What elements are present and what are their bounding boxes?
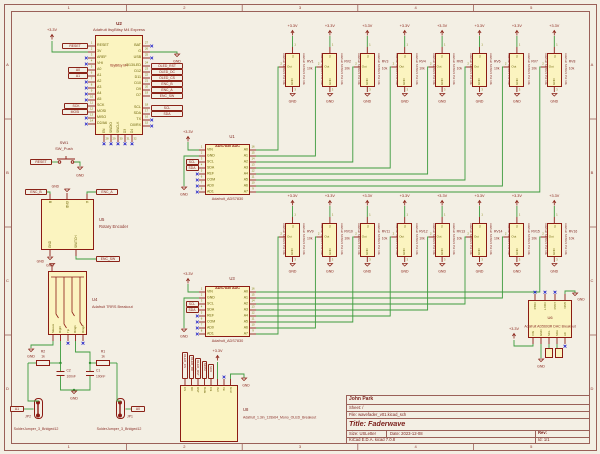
wire[interactable] [31,341,53,348]
gnd-flag-icon[interactable] [49,264,54,267]
wire[interactable] [256,237,541,292]
wire[interactable] [184,298,199,328]
gnd-icon[interactable] [181,329,186,332]
wire[interactable] [256,237,354,322]
wire-layer [0,0,600,454]
gnd-icon[interactable] [552,264,557,267]
gnd-icon[interactable] [327,94,332,97]
wire[interactable] [76,341,91,363]
wire[interactable] [256,67,429,174]
gnd-icon[interactable] [538,359,543,362]
button-contact [58,161,61,164]
wire[interactable] [74,376,90,390]
gnd-icon[interactable] [290,264,295,267]
gnd-icon[interactable] [365,264,370,267]
trrs-glyph[interactable] [56,277,59,318]
wire[interactable] [47,192,50,194]
gnd-flag-icon[interactable] [241,378,246,381]
wire[interactable] [188,284,199,292]
wire[interactable] [256,67,354,162]
schematic-sheet: U2Adafruit ItsyBitsy M4 ExpressItsyBitsy… [0,0,600,454]
gnd-icon[interactable] [402,264,407,267]
gnd-flag-icon[interactable] [174,54,179,57]
wire[interactable] [256,67,316,156]
button-contact [71,161,74,164]
wire[interactable] [28,363,38,402]
wire[interactable] [256,237,279,334]
wire[interactable] [256,67,391,168]
wire[interactable] [87,192,96,194]
gnd-icon[interactable] [77,167,82,170]
gnd-icon[interactable] [440,94,445,97]
wire[interactable] [52,41,88,52]
gnd-icon[interactable] [440,264,445,267]
wire[interactable] [256,237,316,328]
gnd-flag-icon[interactable] [572,293,577,296]
gnd-icon[interactable] [47,257,52,260]
wire[interactable] [184,156,199,186]
wire[interactable] [61,376,75,390]
gnd-icon[interactable] [552,94,557,97]
gnd-icon[interactable] [514,94,519,97]
wire[interactable] [76,256,96,259]
wire[interactable] [74,162,80,166]
trrs-glyph[interactable] [80,277,83,326]
wire[interactable] [150,52,177,54]
gnd-icon[interactable] [477,264,482,267]
wire[interactable] [514,340,533,346]
gnd-icon[interactable] [365,94,370,97]
wire[interactable] [188,142,199,150]
wire[interactable] [256,237,466,304]
gnd-icon[interactable] [28,349,33,352]
gnd-icon[interactable] [290,94,295,97]
gnd-icon[interactable] [327,264,332,267]
wire[interactable] [256,67,466,180]
jumper-pad [118,414,122,418]
gnd-icon[interactable] [71,391,76,394]
wire[interactable] [256,237,503,298]
wire[interactable] [117,363,120,402]
trrs-glyph[interactable] [64,277,67,328]
wire[interactable] [256,67,279,150]
wire[interactable] [256,67,541,192]
gnd-icon[interactable] [402,94,407,97]
trrs-glyph[interactable] [72,277,75,316]
gnd-icon[interactable] [477,94,482,97]
gnd-icon[interactable] [181,187,186,190]
jumper-pad [36,414,40,418]
wire[interactable] [256,237,429,310]
gnd-flag-icon[interactable] [64,189,69,192]
gnd-icon[interactable] [514,264,519,267]
